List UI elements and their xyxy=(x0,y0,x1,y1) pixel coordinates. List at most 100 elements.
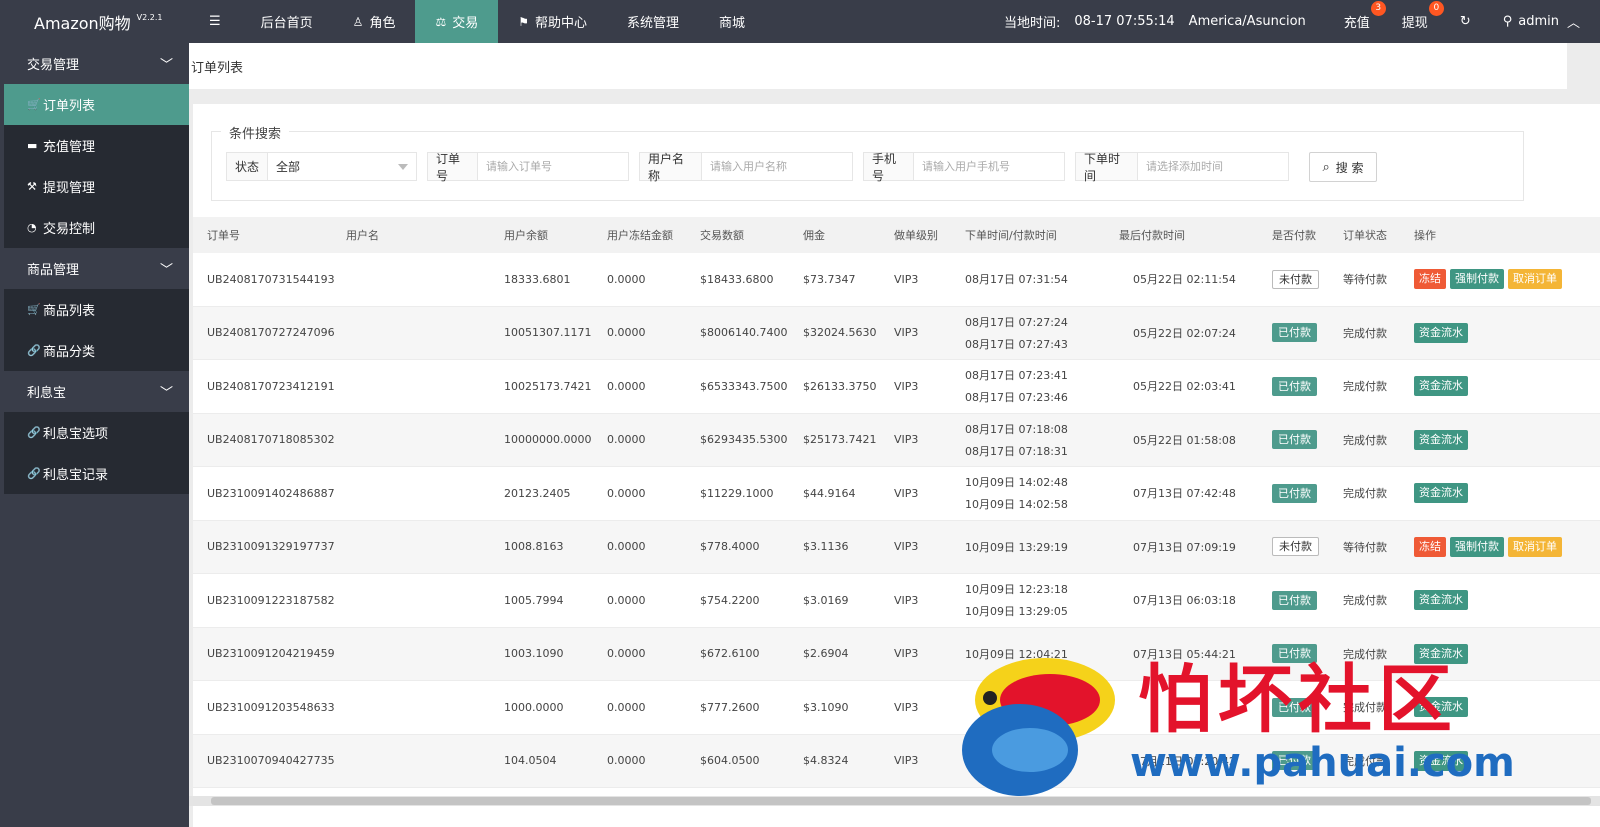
sidebar-item[interactable]: 🛒 订单列表 xyxy=(4,84,189,125)
nav-item-label: 角色 xyxy=(369,16,396,31)
cell-last-pay: 05月22日 02:11:54 xyxy=(1133,273,1236,287)
cell-order: UB2408170727247096 xyxy=(207,326,335,340)
cell-level: VIP3 xyxy=(894,593,919,607)
cell-time2: 10月09日 14:02:58 xyxy=(965,498,1068,512)
cell-balance: 10025173.7421 xyxy=(504,379,592,393)
cell-times: 10月09日 12:23:18 10月09日 13:29:05 xyxy=(951,581,1105,619)
table-row: UB2310091223187582 1005.7994 0.0000 $754.22… xyxy=(193,574,1600,628)
watermark-url: www.pahuai.com xyxy=(1130,740,1515,786)
fund-flow-button[interactable]: 资金流水 xyxy=(1414,376,1468,397)
cell-time2: 08月17日 07:23:46 xyxy=(965,391,1068,405)
sidebar-item-label: 提现管理 xyxy=(43,181,96,196)
cell-actions: 资金流水 xyxy=(1400,376,1600,397)
force-pay-button[interactable]: 强制付款 xyxy=(1450,269,1504,290)
cell-status: 完成付款 xyxy=(1343,487,1387,501)
flag-icon: ⚑ xyxy=(518,14,529,29)
caret-down-icon xyxy=(398,164,408,170)
breadcrumb: 订单列表 xyxy=(189,43,1567,89)
cell-time1: 10月09日 14:02:48 xyxy=(965,476,1068,490)
cell-level: VIP3 xyxy=(894,433,919,447)
cell-level: VIP3 xyxy=(894,647,919,661)
cell-balance: 104.0504 xyxy=(504,754,557,768)
cell-level: VIP3 xyxy=(894,379,919,393)
sidebar-group[interactable]: 利息宝 ﹀ xyxy=(4,371,189,412)
sidebar-item[interactable]: ◔ 交易控制 xyxy=(4,207,189,248)
username-input[interactable] xyxy=(702,153,852,180)
sidebar-item[interactable]: 🛒 商品列表 xyxy=(4,289,189,330)
column-header: 订单号 xyxy=(207,229,240,242)
phone-input[interactable] xyxy=(914,153,1064,180)
cell-order: UB2310091402486887 xyxy=(207,486,335,500)
sidebar-item[interactable]: ▬ 充值管理 xyxy=(4,125,189,166)
recharge-button[interactable]: 充值 3 xyxy=(1328,0,1386,43)
cell-order: UB2310070940427735 xyxy=(207,754,335,768)
sidebar-item-label: 利息宝记录 xyxy=(43,468,109,483)
sidebar-item[interactable]: 🔗 利息宝选项 xyxy=(4,412,189,453)
sidebar-group[interactable]: 商品管理 ﹀ xyxy=(4,248,189,289)
nav-item-4[interactable]: 系统管理 xyxy=(607,0,699,43)
nav-item-1[interactable]: ♙ 角色 xyxy=(333,0,416,43)
cell-actions: 冻结 强制付款 取消订单 xyxy=(1400,269,1600,290)
cell-level: VIP3 xyxy=(894,700,919,714)
paid-status-badge: 已付款 xyxy=(1272,590,1317,610)
cell-actions: 资金流水 xyxy=(1400,429,1600,450)
paid-status-badge: 已付款 xyxy=(1272,430,1317,450)
sidebar-item-label: 商品分类 xyxy=(43,345,96,360)
paid-status-badge: 已付款 xyxy=(1272,323,1317,343)
fund-flow-button[interactable]: 资金流水 xyxy=(1414,590,1468,611)
column-header: 操作 xyxy=(1414,229,1436,242)
column-header: 最后付款时间 xyxy=(1119,229,1185,242)
fund-flow-button[interactable]: 资金流水 xyxy=(1414,322,1468,343)
nav-item-5[interactable]: 商城 xyxy=(699,0,765,43)
nav-item-3[interactable]: ⚑ 帮助中心 xyxy=(498,0,607,43)
sidebar-item[interactable]: 🔗 利息宝记录 xyxy=(4,453,189,494)
sidebar-item-label: 充值管理 xyxy=(43,140,96,155)
freeze-button[interactable]: 冻结 xyxy=(1414,536,1446,557)
column-header: 用户冻结金额 xyxy=(607,229,673,242)
fund-flow-button[interactable]: 资金流水 xyxy=(1414,429,1468,450)
fund-flow-button[interactable]: 资金流水 xyxy=(1414,483,1468,504)
top-navbar: Amazon购物 V2.2.1 ☰ 后台首页 ♙ 角色 ⚖ 交易 ⚑ 帮助中心 系统管理 商城 … xyxy=(0,0,1600,43)
menu-toggle-button[interactable]: ☰ xyxy=(189,0,241,43)
paid-status-badge: 未付款 xyxy=(1272,537,1319,557)
nav-item-0[interactable]: 后台首页 xyxy=(241,0,333,43)
table-row: UB2408170718085302 10000000.0000 0.0000 $62… xyxy=(193,413,1600,467)
force-pay-button[interactable]: 强制付款 xyxy=(1450,536,1504,557)
cell-last-pay: 07月13日 06:03:18 xyxy=(1133,594,1236,608)
user-menu[interactable]: ⚲ admin ︿ xyxy=(1487,0,1600,43)
nav-item-2[interactable]: ⚖ 交易 xyxy=(415,0,499,43)
sidebar-item[interactable]: ⚒ 提现管理 xyxy=(4,166,189,207)
status-filter[interactable]: 状态 全部 xyxy=(226,152,417,181)
sidebar-group[interactable]: 交易管理 ﹀ xyxy=(4,43,189,84)
status-select[interactable]: 全部 xyxy=(268,153,416,180)
order-time-input[interactable] xyxy=(1138,153,1288,180)
sidebar-item[interactable]: 🔗 商品分类 xyxy=(4,330,189,371)
cell-order: UB2408170723412191 xyxy=(207,379,335,393)
status-label: 状态 xyxy=(227,153,269,180)
cancel-order-button[interactable]: 取消订单 xyxy=(1508,269,1562,290)
order-number-input[interactable] xyxy=(478,153,628,180)
search-button[interactable]: ⌕ 搜 索 xyxy=(1309,152,1377,182)
cancel-order-button[interactable]: 取消订单 xyxy=(1508,536,1562,557)
status-selected: 全部 xyxy=(276,160,301,174)
withdraw-button[interactable]: 提现 0 xyxy=(1386,0,1444,43)
cell-status: 完成付款 xyxy=(1343,326,1387,340)
chevron-down-icon: ﹀ xyxy=(159,386,173,401)
refresh-button[interactable]: ↻ xyxy=(1444,0,1487,43)
paid-status-badge: 已付款 xyxy=(1272,483,1317,503)
cell-last-pay: 05月22日 02:03:41 xyxy=(1133,380,1236,394)
username-filter: 用户名称 xyxy=(639,152,853,183)
search-button-label: 搜 索 xyxy=(1335,160,1364,175)
cell-order: UB2310091204219459 xyxy=(207,647,335,661)
local-time-value: 08-17 07:55:14 xyxy=(1074,14,1175,29)
app-logo[interactable]: Amazon购物 V2.2.1 xyxy=(0,0,189,43)
table-header: 订单号 用户名 用户余额 用户冻结金额 交易数额 佣金 做单级别 下单时间/付款时间 最后付款时… xyxy=(193,217,1600,253)
chevron-up-icon: ︿ xyxy=(1566,16,1580,31)
order-time-label: 下单时间 xyxy=(1076,152,1138,183)
cell-frozen: 0.0000 xyxy=(607,540,646,554)
search-icon: ⌕ xyxy=(1322,159,1330,175)
cell-frozen: 0.0000 xyxy=(607,647,646,661)
cart-icon: 🛒 xyxy=(27,303,41,316)
cell-commission: $3.1136 xyxy=(803,540,849,554)
freeze-button[interactable]: 冻结 xyxy=(1414,269,1446,290)
